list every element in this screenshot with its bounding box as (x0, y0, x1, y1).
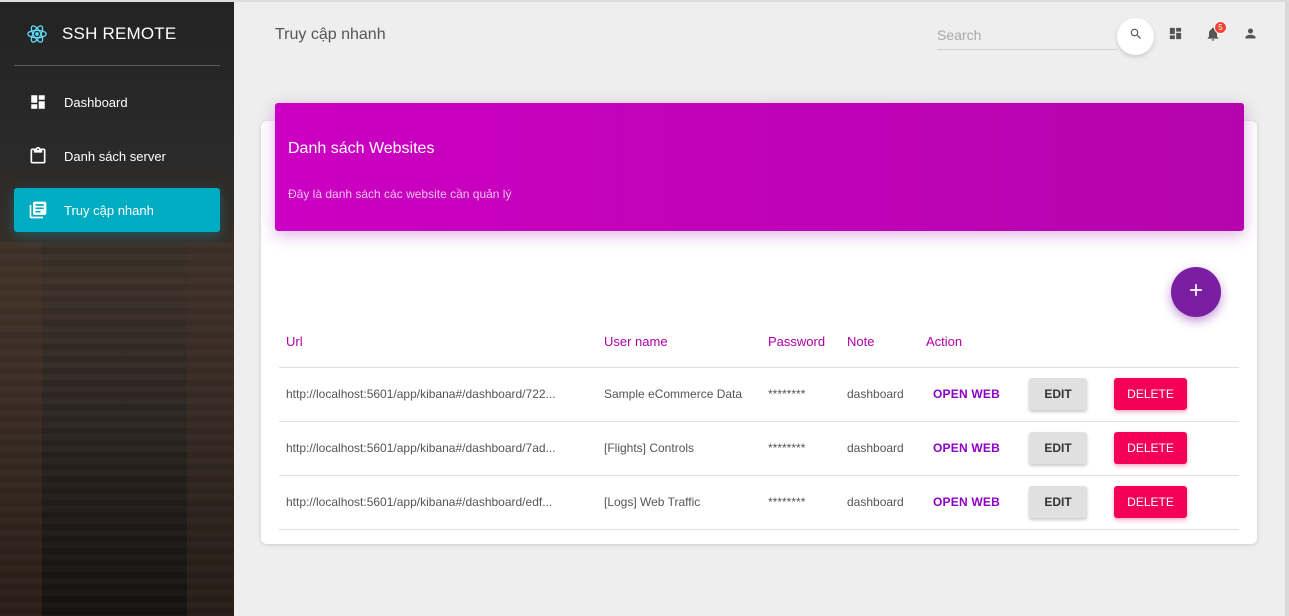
sidebar-item-label: Dashboard (64, 94, 128, 110)
plus-icon (1186, 280, 1206, 305)
person-icon (1243, 26, 1258, 46)
clipboard-icon (28, 146, 48, 166)
sidebar: SSH REMOTE Dashboard Danh sách server Tr… (0, 2, 234, 616)
table-row: http://localhost:5601/app/kibana#/dashbo… (279, 368, 1239, 422)
password-cell: ******** (768, 441, 806, 455)
search-field (937, 22, 1117, 50)
dashboard-icon (28, 92, 48, 112)
notification-badge: 5 (1214, 21, 1227, 34)
edit-button[interactable]: EDIT (1029, 432, 1087, 464)
react-atom-icon (26, 23, 48, 45)
note-cell: dashboard (847, 387, 904, 401)
open-web-button[interactable]: OPEN WEB (933, 495, 1000, 509)
delete-button[interactable]: DELETE (1114, 378, 1187, 410)
page-edge (1285, 2, 1289, 616)
username-cell: Sample eCommerce Data (604, 387, 743, 401)
delete-button[interactable]: DELETE (1114, 486, 1187, 518)
username-cell: [Logs] Web Traffic (604, 495, 701, 509)
add-website-button[interactable] (1171, 267, 1221, 317)
dashboard-shortcut-button[interactable] (1165, 26, 1185, 46)
url-cell: http://localhost:5601/app/kibana#/dashbo… (286, 387, 556, 401)
brand[interactable]: SSH REMOTE (14, 2, 220, 66)
dashboard-icon (1168, 26, 1183, 46)
search-input[interactable] (937, 22, 1117, 48)
search-icon (1129, 27, 1143, 46)
column-header-url: Url (286, 334, 303, 349)
card-subtitle: Đây là danh sách các website cần quản lý (288, 187, 512, 201)
user-menu-button[interactable] (1240, 26, 1260, 46)
column-header-note: Note (847, 334, 875, 349)
note-cell: dashboard (847, 441, 904, 455)
sidebar-item-quick-access[interactable]: Truy cập nhanh (14, 188, 220, 232)
sidebar-nav: Dashboard Danh sách server Truy cập nhan… (0, 80, 234, 232)
url-cell: http://localhost:5601/app/kibana#/dashbo… (286, 441, 556, 455)
page-title: Truy cập nhanh (275, 26, 386, 43)
note-cell: dashboard (847, 495, 904, 509)
table-row: http://localhost:5601/app/kibana#/dashbo… (279, 476, 1239, 530)
table-row: http://localhost:5601/app/kibana#/dashbo… (279, 422, 1239, 476)
open-web-button[interactable]: OPEN WEB (933, 387, 1000, 401)
table-header: Url User name Password Note Action (279, 334, 1239, 368)
card-header: Danh sách Websites Đây là danh sách các … (275, 103, 1244, 231)
column-header-username: User name (604, 334, 668, 349)
edit-button[interactable]: EDIT (1029, 378, 1087, 410)
url-cell: http://localhost:5601/app/kibana#/dashbo… (286, 495, 553, 509)
brand-title: SSH REMOTE (62, 23, 177, 43)
edit-button[interactable]: EDIT (1029, 486, 1087, 518)
sidebar-item-label: Truy cập nhanh (64, 202, 154, 218)
open-web-button[interactable]: OPEN WEB (933, 441, 1000, 455)
search-button[interactable] (1117, 18, 1154, 55)
username-cell: [Flights] Controls (604, 441, 695, 455)
column-header-password: Password (768, 334, 826, 349)
sidebar-item-dashboard[interactable]: Dashboard (14, 80, 220, 124)
password-cell: ******** (768, 387, 806, 401)
delete-button[interactable]: DELETE (1114, 432, 1187, 464)
sidebar-item-label: Danh sách server (64, 148, 166, 164)
notifications-button[interactable]: 5 (1203, 21, 1227, 46)
sidebar-item-servers[interactable]: Danh sách server (14, 134, 220, 178)
library-books-icon (28, 200, 48, 220)
card-title: Danh sách Websites (288, 140, 435, 157)
password-cell: ******** (768, 495, 806, 509)
column-header-action: Action (926, 334, 963, 349)
